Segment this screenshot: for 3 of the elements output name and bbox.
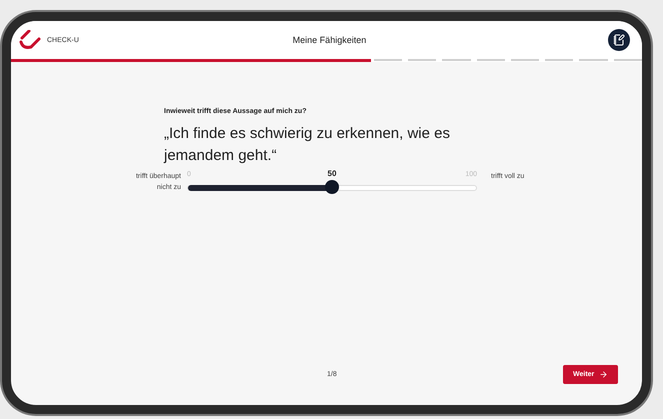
slider-value: 50 — [328, 169, 336, 178]
question-statement: „Ich finde es schwierig zu erkennen, wie es jemandem geht.“ — [164, 124, 451, 166]
page-title: Meine Fähigkeiten — [292, 35, 368, 45]
